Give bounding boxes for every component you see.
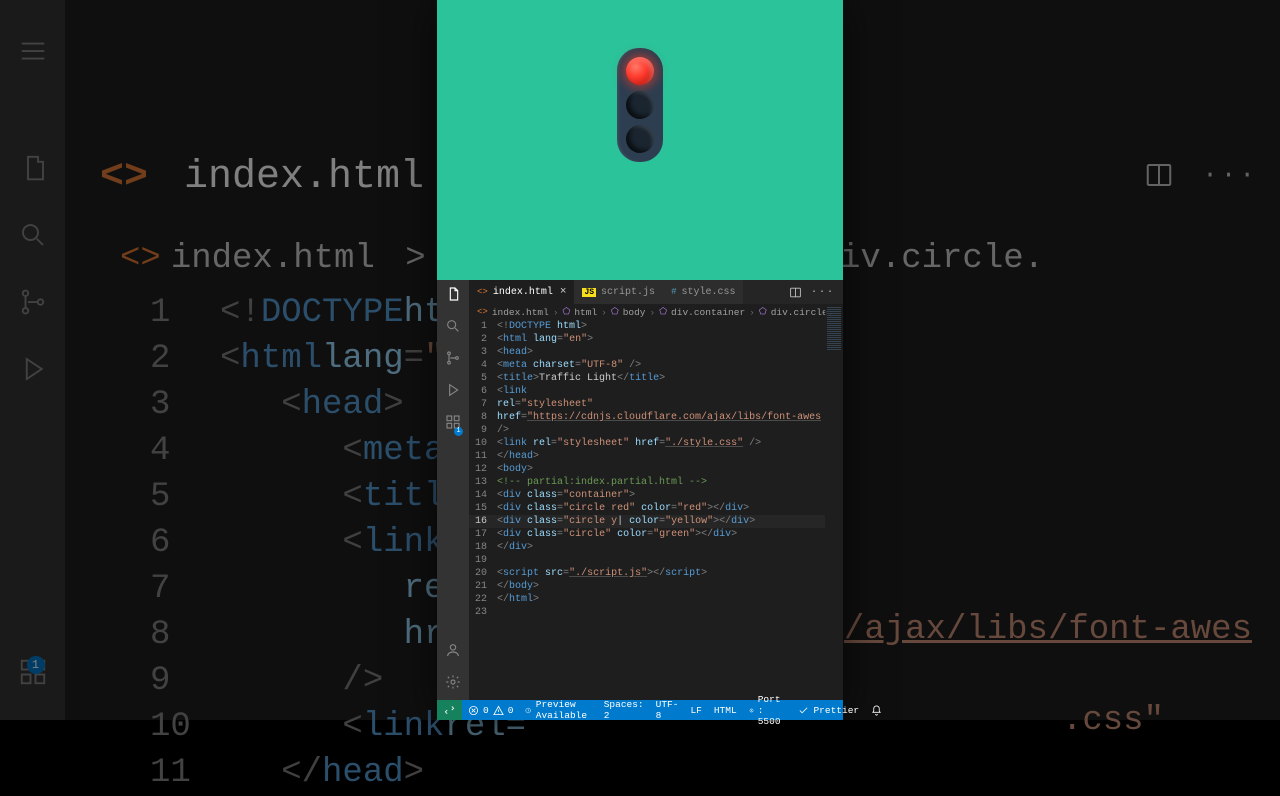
status-preview[interactable]: Preview Available xyxy=(519,699,597,721)
close-icon: × xyxy=(560,286,567,298)
status-liveserver[interactable]: Port : 5500 xyxy=(743,694,793,727)
more-icon: ··· xyxy=(1202,160,1258,190)
tab-index.html[interactable]: <>index.html× xyxy=(469,280,574,304)
traffic-light-green xyxy=(626,125,654,153)
extensions-icon[interactable]: 1 xyxy=(445,414,461,434)
hamburger-icon xyxy=(18,36,48,121)
status-problems[interactable]: 0 0 xyxy=(462,705,519,716)
search-icon xyxy=(18,220,48,255)
tab-bar: <>index.html×JSscript.js#style.css ··· xyxy=(469,280,843,304)
run-debug-icon[interactable] xyxy=(445,382,461,402)
debug-icon xyxy=(18,354,48,389)
tab-style.css[interactable]: #style.css xyxy=(663,280,743,304)
remote-indicator[interactable] xyxy=(437,700,462,720)
source-control-icon[interactable] xyxy=(445,350,461,370)
status-spaces[interactable]: Spaces: 2 xyxy=(598,699,650,721)
source-control-icon xyxy=(18,287,48,322)
live-preview-pane xyxy=(437,0,843,280)
bg-code-right-10: .css" xyxy=(1062,702,1164,740)
code-editor[interactable]: 1<!DOCTYPE html>2<html lang="en">3 <head… xyxy=(469,320,825,700)
more-icon[interactable]: ··· xyxy=(811,287,835,298)
status-language[interactable]: HTML xyxy=(708,705,743,716)
settings-gear-icon[interactable] xyxy=(445,674,461,694)
vscode-editor: 1 <>index.html×JSscript.js#style.css··· … xyxy=(437,280,843,720)
traffic-light-yellow xyxy=(626,91,654,119)
bg-code-right-8: /ajax/libs/font-awes xyxy=(844,611,1252,649)
status-bar: 0 0 Preview Available Spaces: 2 UTF-8 LF… xyxy=(437,700,843,720)
bg-tab-active: index.html xyxy=(184,155,424,200)
code-file-icon: <> xyxy=(120,240,161,278)
explorer-icon[interactable] xyxy=(445,286,461,306)
bg-editor-actions: ··· xyxy=(1144,160,1258,190)
breadcrumbs[interactable]: <> index.html › ⬠ html › ⬠ body › ⬠ div.… xyxy=(469,304,825,320)
status-notifications-icon[interactable] xyxy=(865,705,888,716)
activity-bar: 1 xyxy=(437,280,469,700)
minimap[interactable] xyxy=(825,304,843,700)
status-eol[interactable]: LF xyxy=(684,705,707,716)
extensions-icon: 1 xyxy=(18,657,48,692)
status-prettier[interactable]: Prettier xyxy=(792,705,865,716)
tab-script.js[interactable]: JSscript.js xyxy=(574,280,663,304)
search-icon[interactable] xyxy=(445,318,461,338)
bg-activity-bar: 1 xyxy=(0,0,65,720)
split-editor-icon[interactable] xyxy=(789,286,802,299)
status-encoding[interactable]: UTF-8 xyxy=(650,699,685,721)
traffic-light-red xyxy=(626,57,654,85)
files-icon xyxy=(18,153,48,188)
traffic-light xyxy=(617,48,663,162)
split-editor-icon xyxy=(1144,160,1174,190)
foreground-column: 1 <>index.html×JSscript.js#style.css··· … xyxy=(437,0,843,720)
code-file-icon: <> xyxy=(100,155,148,200)
accounts-icon[interactable] xyxy=(445,642,461,662)
